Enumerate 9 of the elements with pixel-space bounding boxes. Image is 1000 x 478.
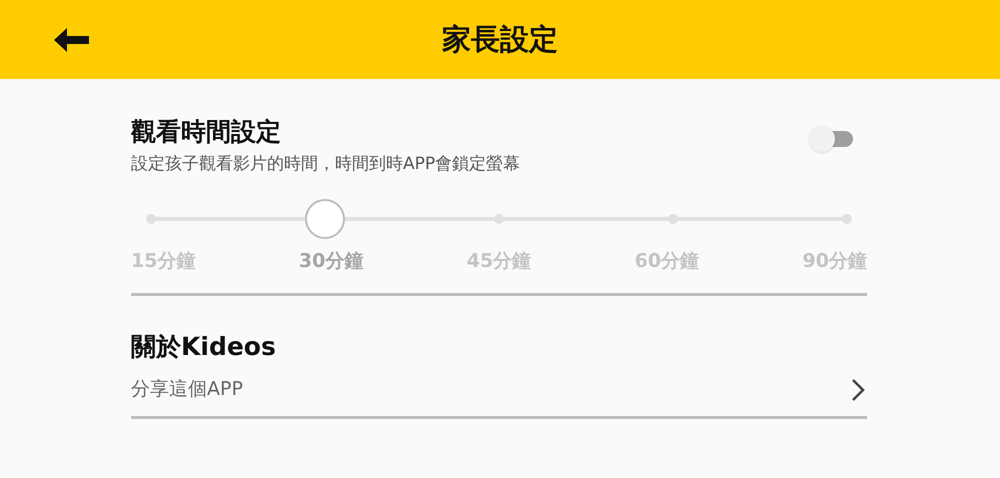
slider-thumb[interactable] [305, 199, 345, 239]
menu-row[interactable]: 分享這個APP [131, 368, 867, 412]
chevron-right-icon [851, 378, 865, 402]
time-option[interactable]: 30分鐘 [298, 247, 364, 276]
toggle-switch[interactable] [809, 125, 853, 153]
page-title: 家長設定 [442, 20, 558, 58]
section-title: 關於Kideos [131, 330, 277, 362]
section-description: 設定孩子觀看影片的時間，時間到時APP會鎖定螢幕 [131, 153, 520, 176]
section-title: 觀看時間設定 [131, 116, 282, 148]
